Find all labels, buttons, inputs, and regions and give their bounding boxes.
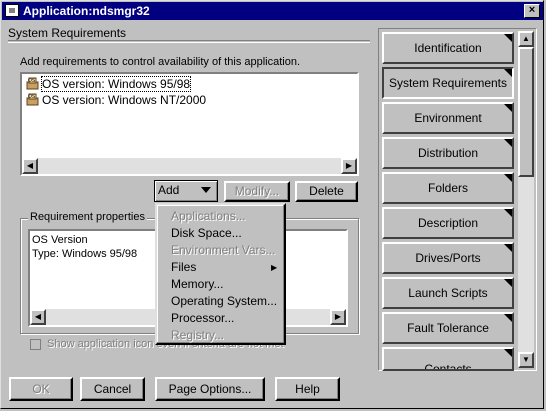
add-menu-item-label: Environment Vars...	[171, 243, 276, 257]
os-icon: OS	[26, 77, 40, 90]
tab-drives-ports[interactable]: Drives/Ports	[382, 242, 514, 274]
add-menu-item[interactable]: Environment Vars...	[171, 242, 275, 259]
svg-text:OS: OS	[28, 94, 36, 100]
window-title: Application:ndsmgr32	[23, 4, 150, 18]
tab-system-requirements[interactable]: System Requirements	[382, 67, 514, 99]
panel-description: Add requirements to control availability…	[20, 56, 301, 68]
tab-label: Description	[417, 216, 479, 230]
tabs-scroll-down-button[interactable]: ▼	[518, 352, 534, 368]
cancel-button[interactable]: Cancel	[80, 377, 145, 401]
properties-scroll-right-button[interactable]: ▶	[330, 309, 346, 325]
add-menu-item-label: Processor...	[171, 311, 235, 325]
ok-button[interactable]: OK	[9, 377, 73, 401]
tab-contacts[interactable]: Contacts	[382, 347, 514, 371]
add-menu-item-label: Disk Space...	[171, 226, 242, 240]
add-menu-item[interactable]: Operating System...	[171, 293, 277, 310]
page-options-button-label: Page Options...	[168, 382, 252, 396]
add-button-label: Add	[158, 183, 180, 197]
title-divider	[8, 40, 370, 42]
tab-label: Drives/Ports	[415, 251, 481, 265]
cancel-button-label: Cancel	[93, 382, 132, 396]
properties-legend: Requirement properties	[28, 211, 147, 223]
submenu-arrow-icon: ▶	[271, 263, 278, 272]
add-menu-item[interactable]: Memory...	[171, 276, 223, 293]
tab-label: Distribution	[417, 146, 479, 160]
scroll-left-button[interactable]: ◀	[22, 158, 38, 174]
properties-line-1: OS Version	[32, 234, 88, 246]
help-button[interactable]: Help	[275, 377, 340, 401]
delete-button[interactable]: Delete	[295, 181, 358, 202]
requirements-list[interactable]: OS OS version: Windows 95/98 OS OS version:…	[20, 72, 359, 176]
tab-label: Identification	[414, 41, 482, 55]
os-icon: OS	[26, 93, 40, 106]
add-menu-item-label: Operating System...	[171, 294, 278, 308]
tabs-scroll-thumb[interactable]	[518, 47, 534, 177]
tab-environment[interactable]: Environment	[382, 102, 514, 134]
tab-label: Fault Tolerance	[407, 321, 489, 335]
requirement-label: OS version: Windows NT/2000	[42, 93, 207, 107]
requirement-list-item[interactable]: OS OS version: Windows 95/98	[26, 76, 192, 92]
tab-label: Environment	[414, 111, 482, 125]
add-menu-item-label: Registry...	[171, 328, 225, 342]
close-button[interactable]: ×	[524, 4, 540, 18]
tabs-vscrollbar[interactable]: ▲ ▼	[518, 31, 534, 368]
tabs-scroll-up-button[interactable]: ▲	[518, 31, 534, 47]
add-menu-item-label: Memory...	[171, 277, 224, 291]
requirement-label: OS version: Windows 95/98	[40, 76, 192, 92]
tab-distribution[interactable]: Distribution	[382, 137, 514, 169]
tab-label: Launch Scripts	[408, 286, 488, 300]
tab-description[interactable]: Description	[382, 207, 514, 239]
modify-button-label: Modify...	[234, 184, 280, 198]
tab-launch-scripts[interactable]: Launch Scripts	[382, 277, 514, 309]
title-bar: Application:ndsmgr32 ×	[2, 2, 543, 20]
properties-line-2: Type: Windows 95/98	[32, 248, 138, 260]
add-menu-item[interactable]: Processor...	[171, 310, 234, 327]
tab-label: System Requirements	[388, 76, 508, 90]
tab-label: Contacts	[424, 362, 472, 371]
delete-button-label: Delete	[309, 184, 344, 198]
tab-identification[interactable]: Identification	[382, 32, 514, 64]
add-menu-item[interactable]: Disk Space...	[171, 225, 242, 242]
add-menu-item[interactable]: Files	[171, 259, 196, 276]
add-button[interactable]: Add	[154, 180, 218, 202]
tab-label: Folders	[427, 181, 468, 195]
svg-text:OS: OS	[28, 78, 36, 84]
chevron-down-icon	[201, 187, 211, 193]
tab-fault-tolerance[interactable]: Fault Tolerance	[382, 312, 514, 344]
tab-folders[interactable]: Folders	[382, 172, 514, 204]
panel-title: System Requirements	[8, 26, 127, 40]
modify-button[interactable]: Modify...	[224, 181, 290, 202]
list-hscrollbar[interactable]: ◀ ▶	[22, 158, 357, 174]
add-menu-item-label: Applications...	[171, 209, 246, 223]
app-icon	[5, 4, 19, 17]
properties-scroll-left-button[interactable]: ◀	[30, 309, 46, 325]
page-options-button[interactable]: Page Options...	[155, 377, 265, 401]
add-menu-item[interactable]: Registry...	[171, 327, 224, 344]
scroll-right-button[interactable]: ▶	[341, 158, 357, 174]
requirement-list-item[interactable]: OS OS version: Windows NT/2000	[26, 92, 206, 108]
ok-button-label: OK	[32, 382, 50, 396]
add-dropdown-menu: Applications... Disk Space... Environment …	[155, 203, 286, 345]
add-menu-item[interactable]: Applications...	[171, 208, 246, 225]
show-icon-checkbox[interactable]	[30, 339, 41, 350]
add-menu-item-label: Files	[171, 260, 197, 274]
help-button-label: Help	[295, 382, 320, 396]
